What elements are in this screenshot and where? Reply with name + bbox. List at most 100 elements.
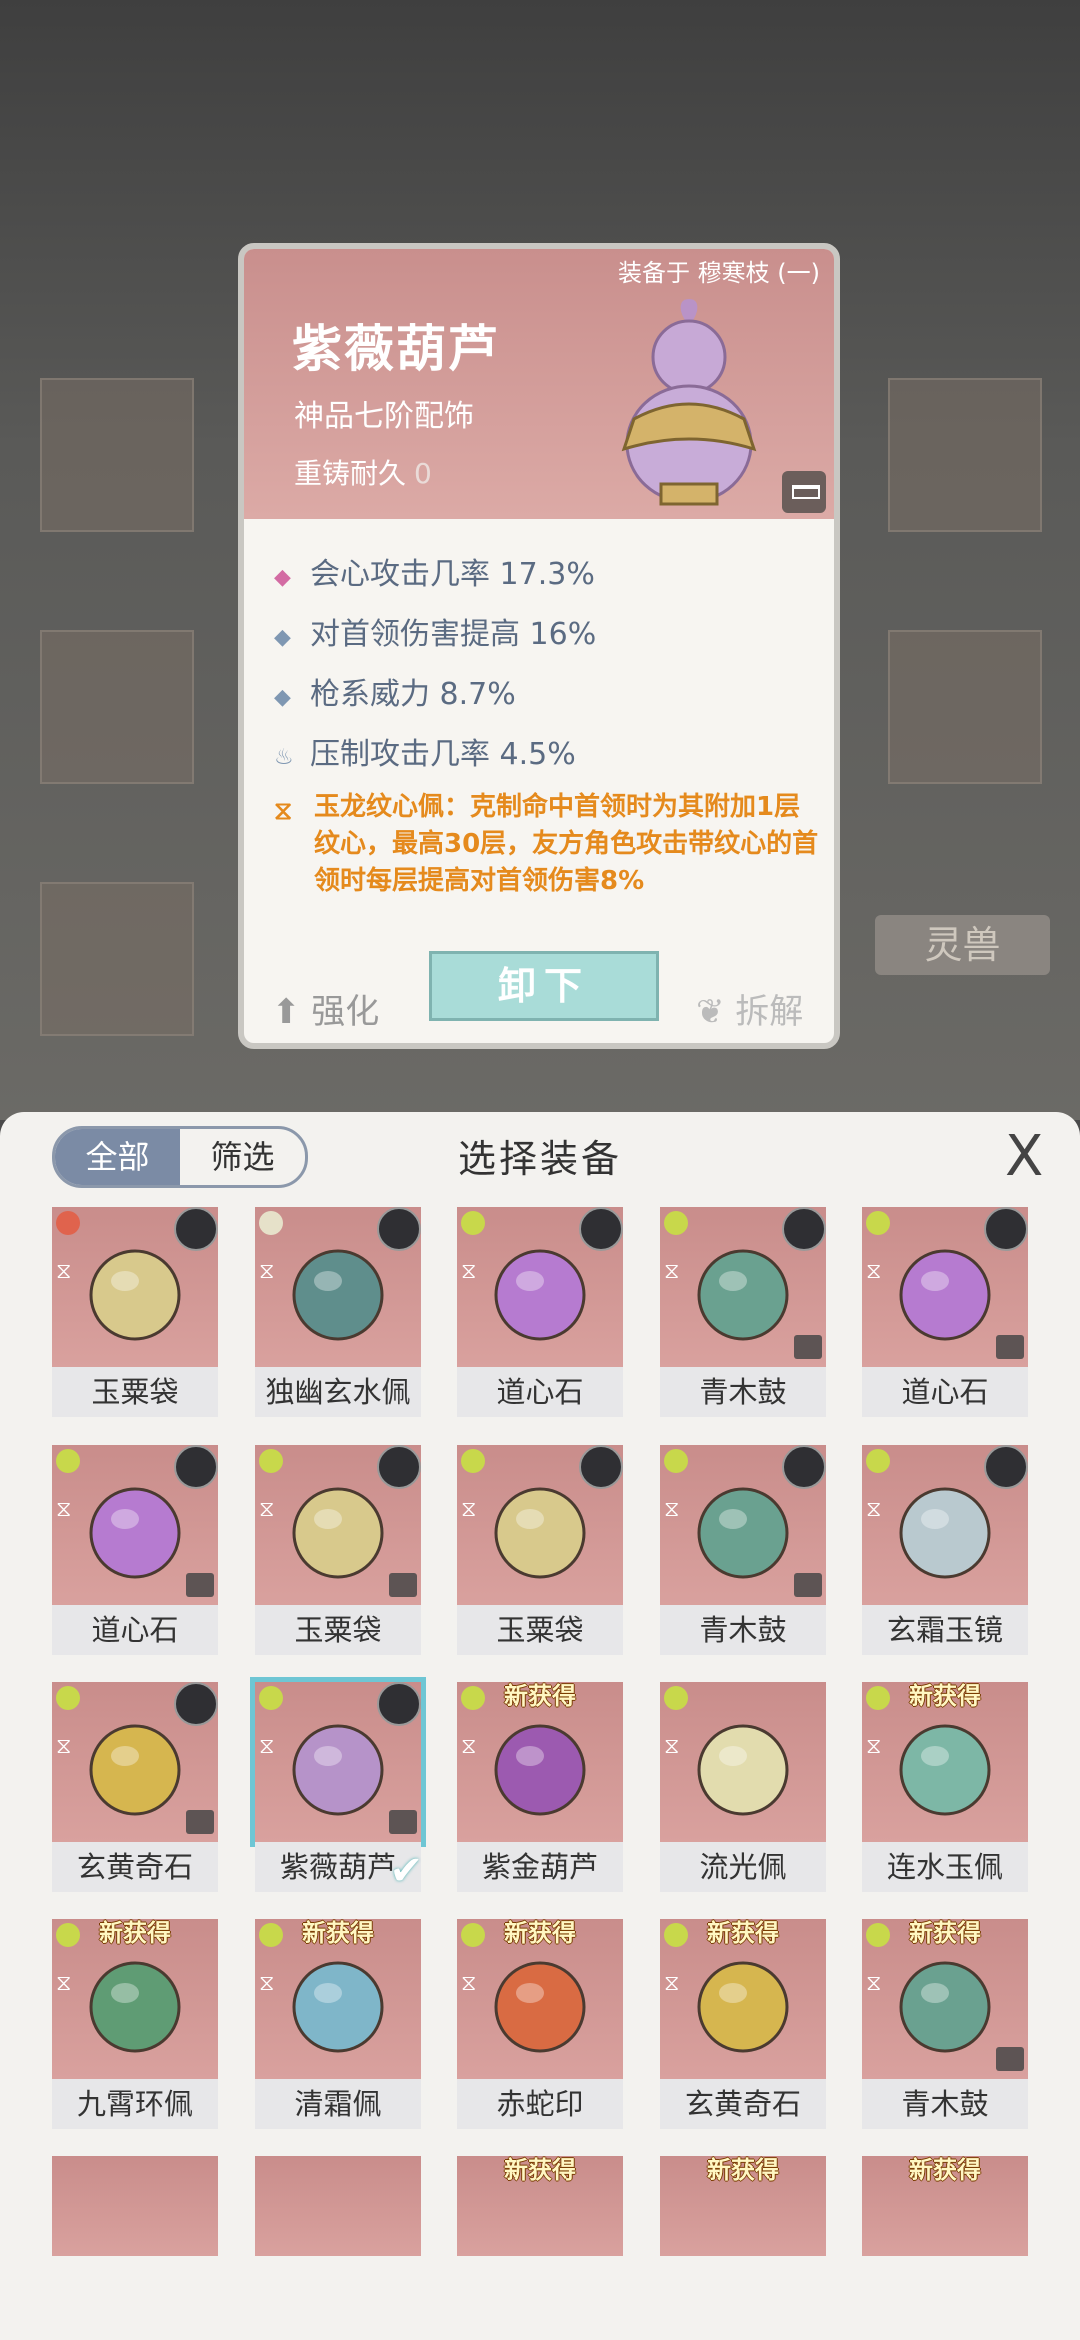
equipment-icon [89,1961,181,2053]
new-badge: 新获得 [707,2156,779,2184]
bg-equip-slot [40,378,194,532]
set-icon: ⧖ [461,1971,477,1996]
equipment-item[interactable]: ⧖ 道心石 [52,1445,218,1655]
new-badge: 新获得 [504,2156,576,2184]
character-avatar [377,1207,421,1251]
rarity-gem-icon [461,1211,485,1235]
equipment-item[interactable]: ⧖ 流光佩 [660,1682,826,1892]
equipment-name-label: 道心石 [457,1367,623,1417]
lock-icon [794,1573,822,1597]
rarity-gem-icon [664,1449,688,1473]
equipment-item[interactable]: 新获得 [457,2156,623,2256]
equipment-item[interactable]: 新获得 [660,2156,826,2256]
strengthen-label: 强化 [311,992,380,1032]
set-icon: ⧖ [56,1734,72,1759]
equipment-item[interactable]: ⧖ 玄黄奇石 [52,1682,218,1892]
equipment-item[interactable]: ⧖ 独幽玄水佩 [255,1207,421,1417]
equipment-name-label: 道心石 [862,1367,1028,1417]
character-avatar [174,1207,218,1251]
special-effect-icon: ⧖ [274,796,293,826]
equipment-icon [494,1487,586,1579]
lock-icon [996,2047,1024,2071]
rarity-gem-icon [461,1449,485,1473]
diamond-icon: ◆ [274,685,291,710]
dismantle-icon: ❦ [696,992,736,1032]
lock-icon[interactable] [782,471,826,513]
checkmark-icon: ✔ [389,1848,423,1894]
equipment-item[interactable]: ⧖ 道心石 [862,1207,1028,1417]
equipment-name-label: 青木鼓 [660,1605,826,1655]
lock-icon [996,1335,1024,1359]
set-icon: ⧖ [259,1259,275,1284]
set-icon: ⧖ [259,1734,275,1759]
new-badge: 新获得 [707,1919,779,1947]
set-icon: ⧖ [56,1971,72,1996]
equipment-item[interactable]: ⧖ 新获得 连水玉佩 [862,1682,1028,1892]
equipment-item[interactable]: ⧖ 新获得 赤蛇印 [457,1919,623,2129]
equipment-item[interactable]: ⧖ 新获得 九霄环佩 [52,1919,218,2129]
strengthen-button[interactable]: ⬆ 强化 [272,984,379,1033]
dismantle-button[interactable]: ❦ 拆解 [696,984,803,1033]
equipment-name-label: 玉粟袋 [457,1605,623,1655]
diamond-icon: ◆ [274,625,291,650]
equipment-name-label: 紫金葫芦 [457,1842,623,1892]
close-icon[interactable]: X [1005,1124,1043,1189]
equipment-item[interactable]: ⧖ 道心石 [457,1207,623,1417]
set-icon: ⧖ [56,1497,72,1522]
lock-icon [794,1335,822,1359]
set-icon: ⧖ [664,1259,680,1284]
lock-icon [389,1810,417,1834]
rarity-gem-icon [866,1449,890,1473]
character-avatar [782,1207,826,1251]
character-avatar [174,1445,218,1489]
new-badge: 新获得 [909,1682,981,1710]
character-avatar [984,1207,1028,1251]
character-avatar [984,1445,1028,1489]
stat-line: ◆ 对首领伤害提高 16% [274,609,596,653]
stat-text: 对首领伤害提高 16% [310,617,597,652]
rarity-gem-icon [664,1686,688,1710]
equipment-item[interactable]: 新获得 [862,2156,1028,2256]
rarity-gem-icon [259,1686,283,1710]
equipment-item[interactable]: ⧖ 新获得 紫金葫芦 [457,1682,623,1892]
set-icon: ⧖ [259,1971,275,1996]
rarity-gem-icon [866,1211,890,1235]
equipment-item[interactable]: ⧖ 玉粟袋 [52,1207,218,1417]
stat-line: ♨ 压制攻击几率 4.5% [274,729,576,773]
bg-equip-slot [40,630,194,784]
equipment-item[interactable]: ⧖ 新获得 青木鼓 [862,1919,1028,2129]
equipment-item[interactable] [255,2156,421,2256]
special-effect: ⧖ 玉龙纹心佩：克制命中首领时为其附加1层纹心，最高30层，友方角色攻击带纹心的… [274,789,824,900]
equipment-item[interactable] [52,2156,218,2256]
dismantle-label: 拆解 [735,992,804,1032]
rarity-gem-icon [664,1211,688,1235]
equipment-art [52,2156,218,2256]
equipment-grade: 神品七阶配饰 [294,399,474,434]
equipment-item[interactable]: ⧖ 玄霜玉镜 [862,1445,1028,1655]
equipment-name-label: 连水玉佩 [862,1842,1028,1892]
equipment-icon [89,1249,181,1341]
stat-line: ◆ 会心攻击几率 17.3% [274,549,595,593]
stat-text: 枪系威力 8.7% [310,677,516,712]
equipment-icon [89,1487,181,1579]
set-icon: ⧖ [461,1497,477,1522]
equipment-icon [697,1961,789,2053]
new-badge: 新获得 [99,1919,171,1947]
equipment-item[interactable]: ⧖ 新获得 玄黄奇石 [660,1919,826,2129]
equipment-item[interactable]: ⧖ 新获得 清霜佩 [255,1919,421,2129]
equipment-item[interactable]: ⧖ 青木鼓 [660,1445,826,1655]
set-icon: ⧖ [664,1497,680,1522]
equipment-icon [292,1249,384,1341]
rarity-gem-icon [56,1686,80,1710]
equipment-icon [899,1249,991,1341]
panel-title: 选择装备 [457,1137,622,1181]
durability-label: 重铸耐久 [294,457,407,490]
equipment-icon [697,1487,789,1579]
equipment-item[interactable]: ⧖ 玉粟袋 [255,1445,421,1655]
equipment-icon [89,1724,181,1816]
character-avatar [174,1682,218,1726]
equipment-item[interactable]: ⧖ 青木鼓 [660,1207,826,1417]
unequip-button[interactable]: 卸下 [429,951,659,1021]
equipment-item[interactable]: ⧖ 紫薇葫芦 ✔ [250,1677,426,1894]
equipment-item[interactable]: ⧖ 玉粟袋 [457,1445,623,1655]
